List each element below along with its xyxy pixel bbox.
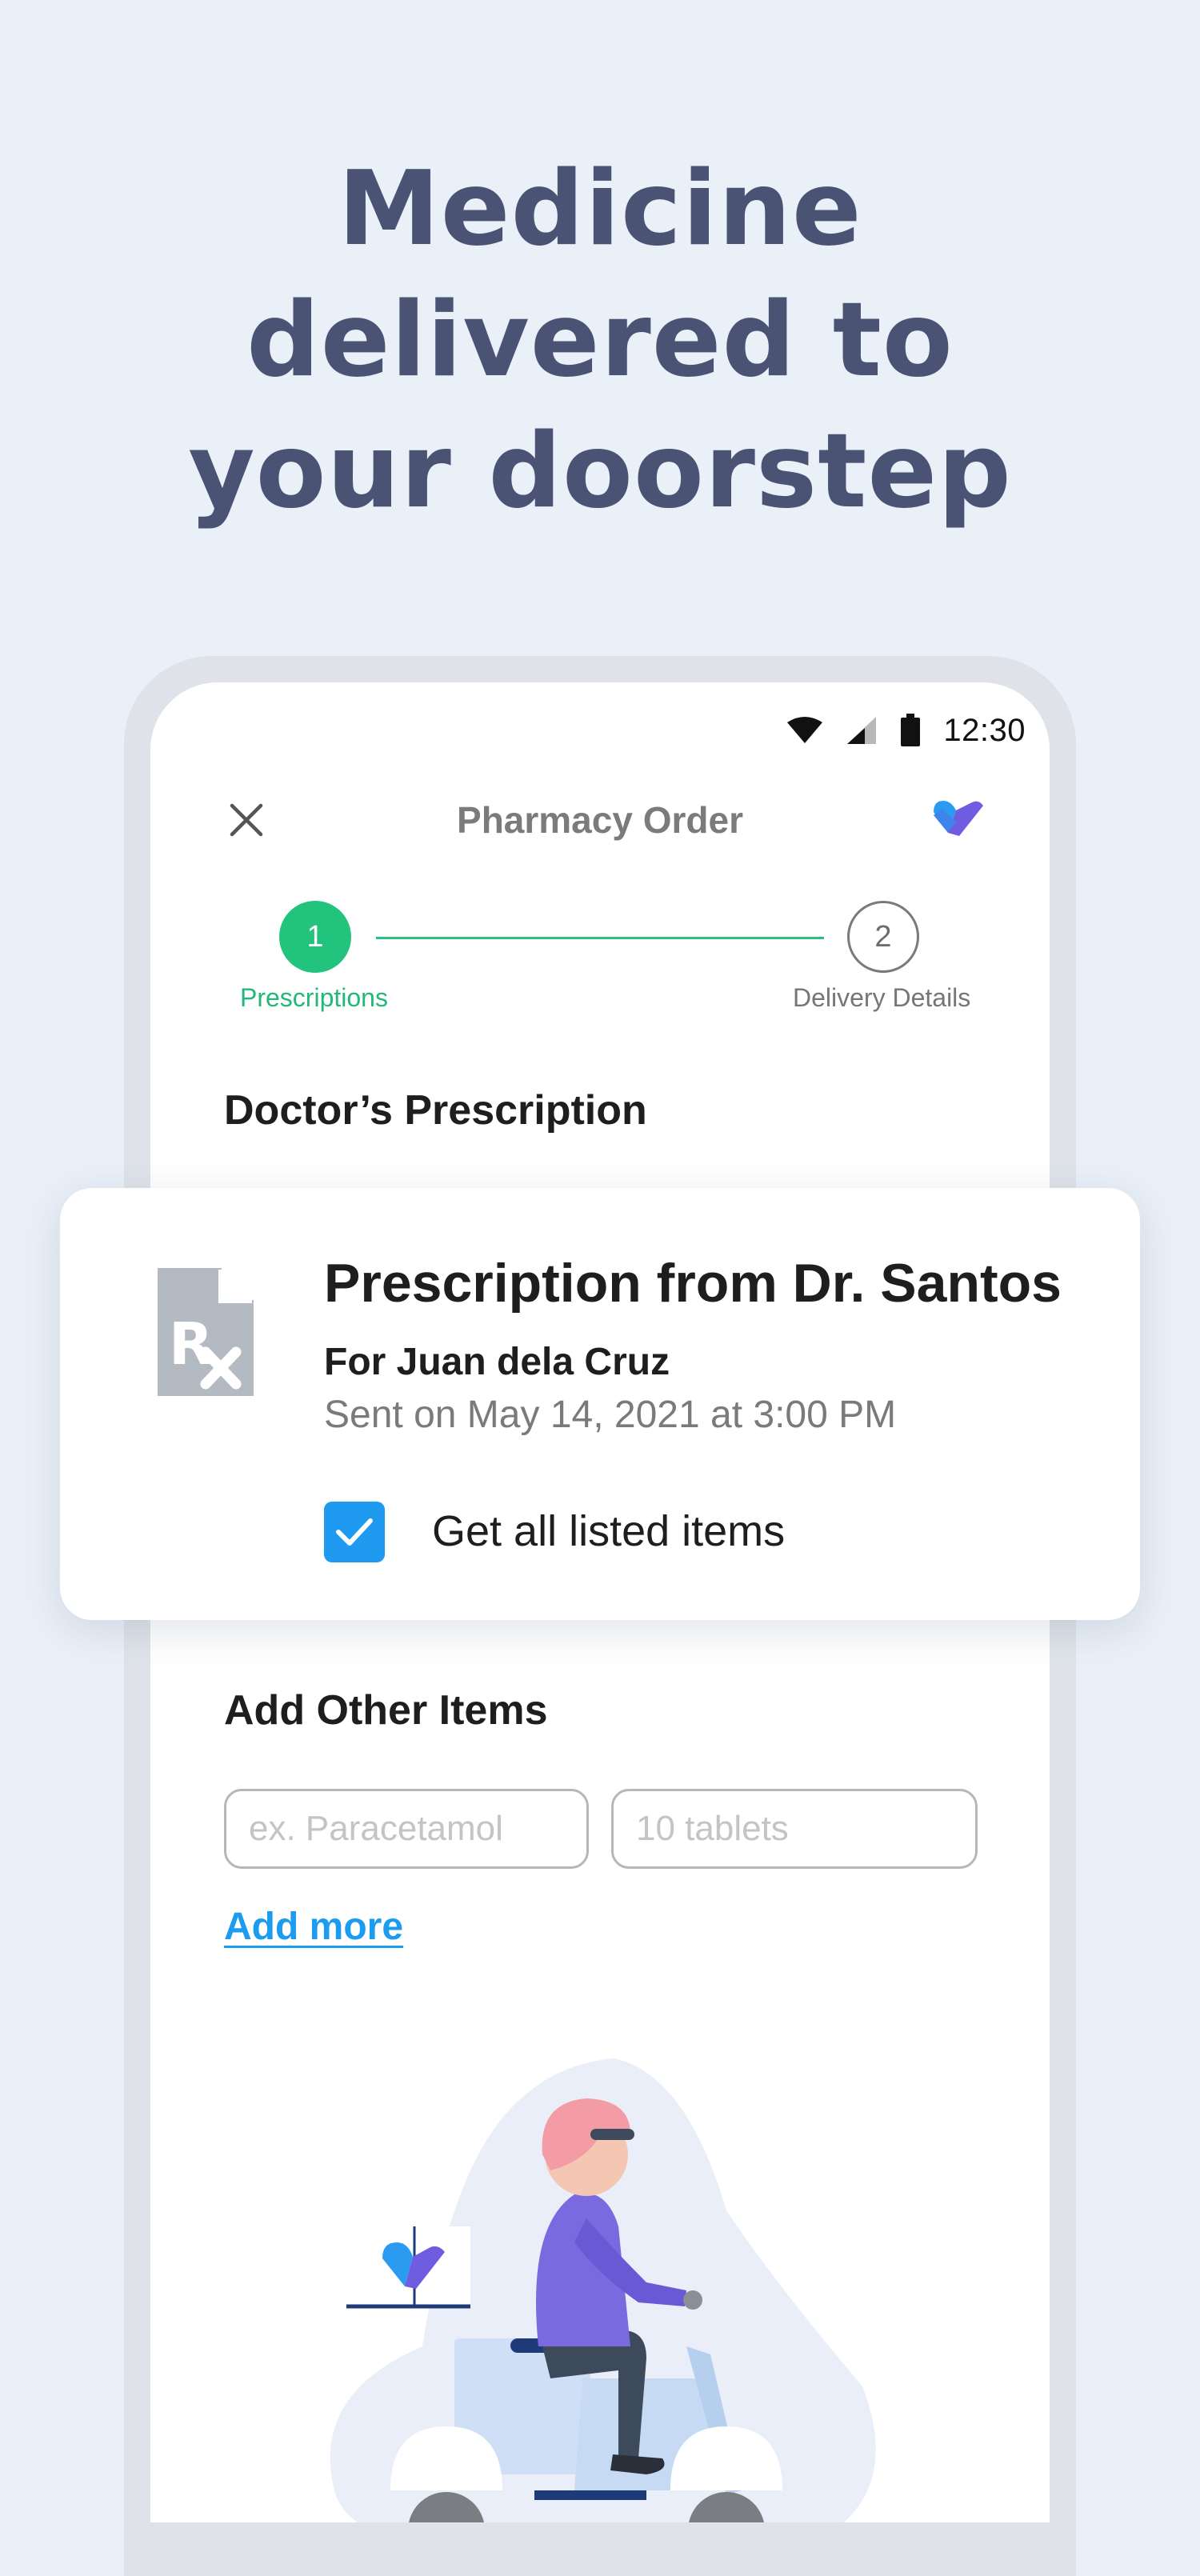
heart-check-logo: [934, 801, 983, 836]
signal-icon: [847, 717, 877, 744]
checkmark-icon: [336, 1518, 373, 1546]
prescription-section-title: Doctor’s Prescription: [224, 1087, 647, 1134]
step-1-indicator[interactable]: 1: [279, 901, 351, 973]
headline-line-3: your doorstep: [188, 412, 1012, 531]
headline-line-1: Medicine: [338, 150, 862, 269]
headline-line-2: delivered to: [246, 281, 954, 400]
prescription-patient: For Juan dela Cruz: [324, 1341, 670, 1383]
delivery-rider-illustration: [330, 2058, 876, 2522]
prescription-sent-date: Sent on May 14, 2021 at 3:00 PM: [324, 1394, 897, 1436]
app-title: Pharmacy Order: [457, 799, 743, 841]
wifi-icon: [787, 717, 823, 743]
headline: Medicine delivered to your doorstep: [0, 144, 1200, 538]
step-2-label[interactable]: Delivery Details: [793, 983, 970, 1013]
status-bar: 12:30: [786, 706, 1026, 754]
quantity-input[interactable]: [611, 1789, 978, 1869]
get-all-items-label[interactable]: Get all listed items: [432, 1506, 785, 1556]
other-items-title: Add Other Items: [224, 1687, 548, 1734]
medicine-name-input[interactable]: [224, 1789, 589, 1869]
svg-text:R: R: [169, 1310, 213, 1378]
status-time: 12:30: [943, 712, 1026, 748]
prescription-card[interactable]: R Prescription from Dr. Santos For Juan …: [60, 1188, 1140, 1620]
prescription-document-icon: R: [158, 1268, 254, 1396]
battery-icon: [901, 714, 921, 746]
prescription-title: Prescription from Dr. Santos: [324, 1253, 1062, 1314]
stepper-progress-line: [376, 937, 824, 939]
add-more-link[interactable]: Add more: [224, 1905, 403, 1949]
step-1-label[interactable]: Prescriptions: [240, 983, 388, 1013]
step-2-indicator[interactable]: 2: [847, 901, 919, 973]
get-all-items-checkbox[interactable]: [324, 1502, 385, 1562]
